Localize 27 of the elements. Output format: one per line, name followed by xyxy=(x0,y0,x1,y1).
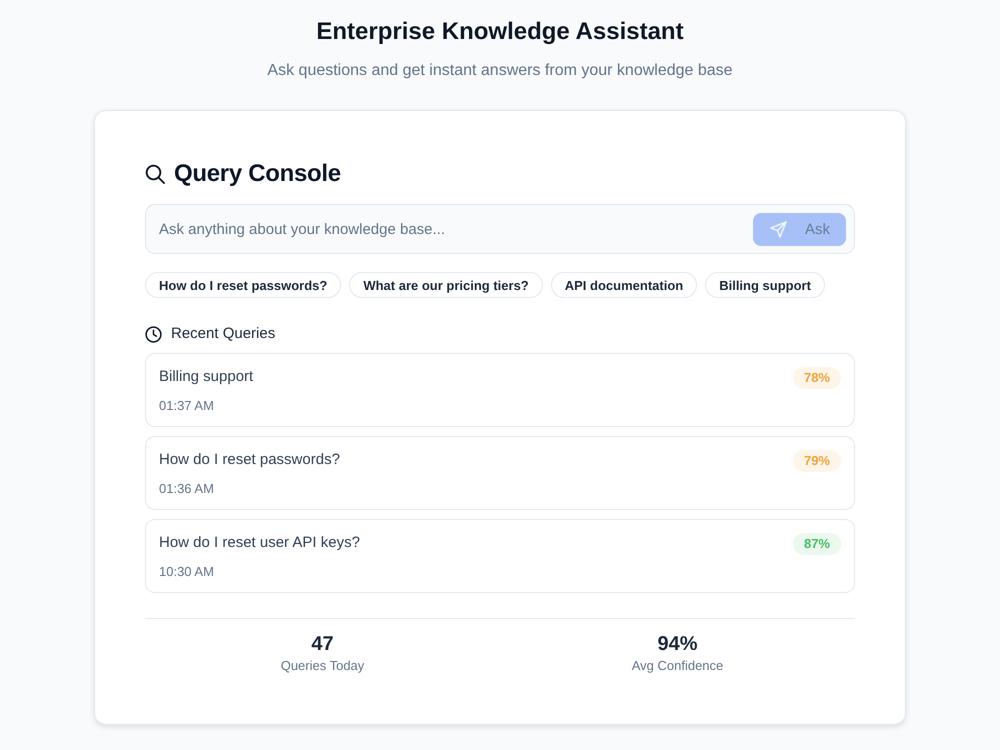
page-title: Enterprise Knowledge Assistant xyxy=(316,17,684,47)
query-text: Billing support xyxy=(159,367,254,387)
query-card[interactable]: How do I reset passwords? 01:36 AM 79% xyxy=(145,436,855,510)
stat-value: 47 xyxy=(311,632,334,657)
stat-label: Avg Confidence xyxy=(632,657,724,675)
query-time: 10:30 AM xyxy=(159,563,214,581)
query-time: 01:36 AM xyxy=(159,480,214,498)
query-card[interactable]: Billing support 01:37 AM 78% xyxy=(145,353,855,427)
confidence-badge: 87% xyxy=(792,533,841,555)
stat-value: 94% xyxy=(657,632,698,657)
query-time: 01:37 AM xyxy=(159,397,214,415)
suggestion-chip[interactable]: API documentation xyxy=(550,272,698,298)
query-text: How do I reset passwords? xyxy=(159,450,340,470)
console-title: Query Console xyxy=(174,159,341,189)
suggestion-chip[interactable]: Billing support xyxy=(705,272,825,298)
stat-label: Queries Today xyxy=(280,657,364,675)
query-card[interactable]: How do I reset user API keys? 10:30 AM 87% xyxy=(145,519,855,593)
send-icon xyxy=(770,220,787,238)
search-icon xyxy=(145,164,165,184)
suggestion-chip[interactable]: What are our pricing tiers? xyxy=(349,272,543,298)
clock-icon xyxy=(145,326,162,342)
confidence-badge: 79% xyxy=(792,450,841,472)
query-text: How do I reset user API keys? xyxy=(159,533,360,553)
confidence-badge: 78% xyxy=(792,367,841,389)
page-subtitle: Ask questions and get instant answers from your knowledge base xyxy=(267,61,733,81)
section-heading: Recent Queries xyxy=(171,324,276,344)
suggestion-chip[interactable]: How do I reset passwords? xyxy=(145,272,342,298)
